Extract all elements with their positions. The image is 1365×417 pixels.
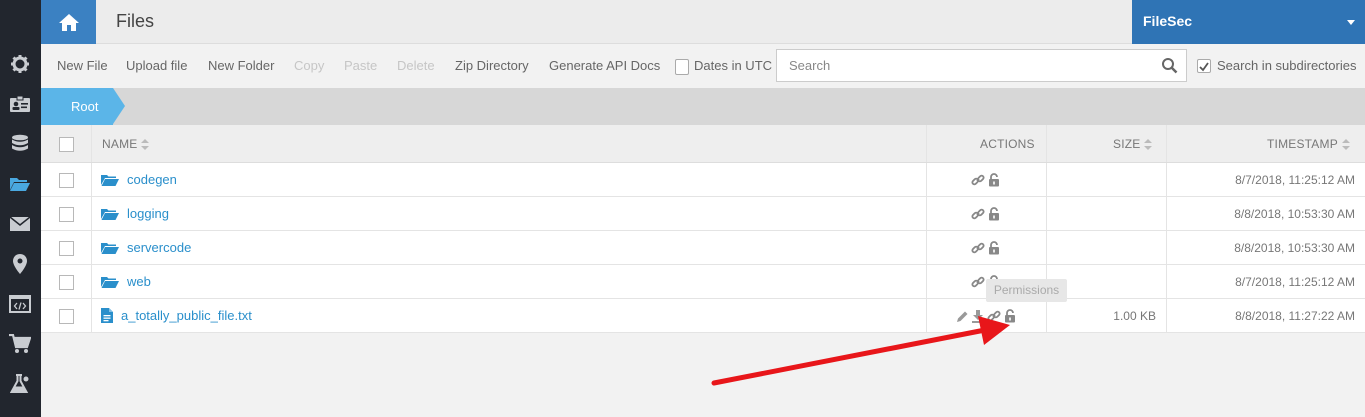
unlock-icon[interactable]: [988, 207, 1001, 221]
table-row[interactable]: codegen 8/7/2018, 11:25:12 AM: [41, 163, 1365, 197]
column-actions-header: ACTIONS: [980, 137, 1035, 151]
breadcrumb: Root: [41, 88, 1365, 125]
table-row[interactable]: web 8/7/2018, 11:25:12 AM: [41, 265, 1365, 299]
left-sidebar: [0, 0, 41, 417]
permissions-tooltip: Permissions: [986, 279, 1067, 302]
folder-name-cell: web: [101, 274, 151, 289]
breadcrumb-arrow: [113, 88, 125, 124]
timestamp: 8/7/2018, 11:25:12 AM: [1235, 275, 1355, 289]
unlock-icon[interactable]: [988, 173, 1001, 187]
row-checkbox[interactable]: [59, 173, 74, 188]
id-card-icon[interactable]: [8, 92, 32, 116]
paste-button[interactable]: Paste: [344, 58, 377, 73]
file-link[interactable]: a_totally_public_file.txt: [121, 308, 252, 323]
search-input[interactable]: [777, 50, 1147, 81]
dates-in-utc-checkbox[interactable]: [675, 59, 689, 75]
table-row[interactable]: logging 8/8/2018, 10:53:30 AM: [41, 197, 1365, 231]
page-header: Files: [96, 0, 1132, 44]
row-checkbox[interactable]: [59, 275, 74, 290]
select-all-checkbox[interactable]: [59, 137, 74, 152]
folder-open-icon: [101, 276, 119, 288]
table-body: codegen 8/7/2018, 11:25:12 AM logging 8/8/2…: [41, 163, 1365, 333]
gear-icon[interactable]: [8, 52, 32, 76]
file-text-icon: [101, 308, 113, 323]
map-marker-icon[interactable]: [8, 252, 32, 276]
copy-button[interactable]: Copy: [294, 58, 324, 73]
folder-name-cell: servercode: [101, 240, 191, 255]
timestamp: 8/8/2018, 10:53:30 AM: [1234, 207, 1355, 221]
folder-link[interactable]: servercode: [127, 240, 191, 255]
download-icon[interactable]: [971, 309, 984, 323]
column-size-label: SIZE: [1113, 137, 1141, 151]
table-row[interactable]: a_totally_public_file.txt 1.00 KB 8/8/2018…: [41, 299, 1365, 333]
search-icon[interactable]: [1161, 57, 1178, 74]
unlock-icon[interactable]: [988, 241, 1001, 255]
app-menu-label: FileSec: [1143, 13, 1193, 29]
timestamp: 8/8/2018, 10:53:30 AM: [1234, 241, 1355, 255]
app-menu-dropdown[interactable]: FileSec: [1132, 0, 1365, 44]
link-icon[interactable]: [971, 241, 985, 255]
file-table: NAME ACTIONS SIZE TIMESTAMP codegen 8/7/2…: [41, 125, 1365, 333]
new-folder-button[interactable]: New Folder: [208, 58, 274, 73]
row-actions: [926, 163, 1046, 197]
envelope-icon[interactable]: [8, 212, 32, 236]
breadcrumb-root[interactable]: Root: [41, 88, 113, 125]
link-icon[interactable]: [971, 173, 985, 187]
file-name-cell: a_totally_public_file.txt: [101, 308, 252, 323]
home-icon: [58, 13, 79, 31]
file-size: 1.00 KB: [1113, 309, 1156, 323]
table-row[interactable]: servercode 8/8/2018, 10:53:30 AM: [41, 231, 1365, 265]
link-icon[interactable]: [971, 207, 985, 221]
code-window-icon[interactable]: [8, 292, 32, 316]
row-checkbox[interactable]: [59, 309, 74, 324]
folder-name-cell: logging: [101, 206, 169, 221]
column-timestamp-label: TIMESTAMP: [1267, 137, 1338, 151]
link-icon[interactable]: [971, 275, 985, 289]
column-name-header[interactable]: NAME: [102, 137, 150, 151]
column-name-label: NAME: [102, 137, 138, 151]
folder-link[interactable]: web: [127, 274, 151, 289]
dates-in-utc-label: Dates in UTC: [694, 58, 773, 73]
link-icon[interactable]: [986, 309, 1001, 323]
zip-directory-button[interactable]: Zip Directory: [455, 58, 529, 73]
flask-icon[interactable]: [8, 372, 32, 396]
row-actions: [926, 299, 1046, 333]
generate-api-docs-button[interactable]: Generate API Docs: [549, 58, 660, 73]
search-subdirectories-checkbox[interactable]: [1197, 59, 1211, 73]
caret-down-icon: [1347, 20, 1355, 25]
checkmark-icon: [1199, 62, 1209, 72]
cart-icon[interactable]: [8, 332, 32, 356]
table-header: NAME ACTIONS SIZE TIMESTAMP: [41, 125, 1365, 163]
page-title: Files: [116, 11, 155, 31]
home-button[interactable]: [41, 0, 96, 44]
pencil-icon[interactable]: [956, 310, 969, 323]
folder-open-icon: [101, 174, 119, 186]
folder-name-cell: codegen: [101, 172, 177, 187]
folder-open-icon[interactable]: [8, 172, 32, 196]
sort-icon: [1144, 139, 1153, 151]
timestamp: 8/8/2018, 11:27:22 AM: [1235, 309, 1355, 323]
timestamp: 8/7/2018, 11:25:12 AM: [1235, 173, 1355, 187]
folder-link[interactable]: codegen: [127, 172, 177, 187]
search-box: [776, 49, 1187, 82]
column-timestamp-header[interactable]: TIMESTAMP: [1267, 137, 1350, 151]
sort-icon: [1341, 139, 1350, 151]
upload-file-button[interactable]: Upload file: [126, 58, 187, 73]
unlock-icon[interactable]: [1004, 309, 1017, 323]
folder-link[interactable]: logging: [127, 206, 169, 221]
row-actions: [926, 231, 1046, 265]
sort-icon: [141, 139, 150, 151]
toolbar: New File Upload file New Folder Copy Pas…: [41, 44, 1365, 88]
row-checkbox[interactable]: [59, 207, 74, 222]
search-subdirectories-label: Search in subdirectories: [1217, 58, 1357, 73]
row-checkbox[interactable]: [59, 241, 74, 256]
delete-button[interactable]: Delete: [397, 58, 435, 73]
database-icon[interactable]: [8, 132, 32, 156]
new-file-button[interactable]: New File: [57, 58, 108, 73]
column-size-header[interactable]: SIZE: [1113, 137, 1153, 151]
folder-open-icon: [101, 208, 119, 220]
row-actions: [926, 197, 1046, 231]
folder-open-icon: [101, 242, 119, 254]
